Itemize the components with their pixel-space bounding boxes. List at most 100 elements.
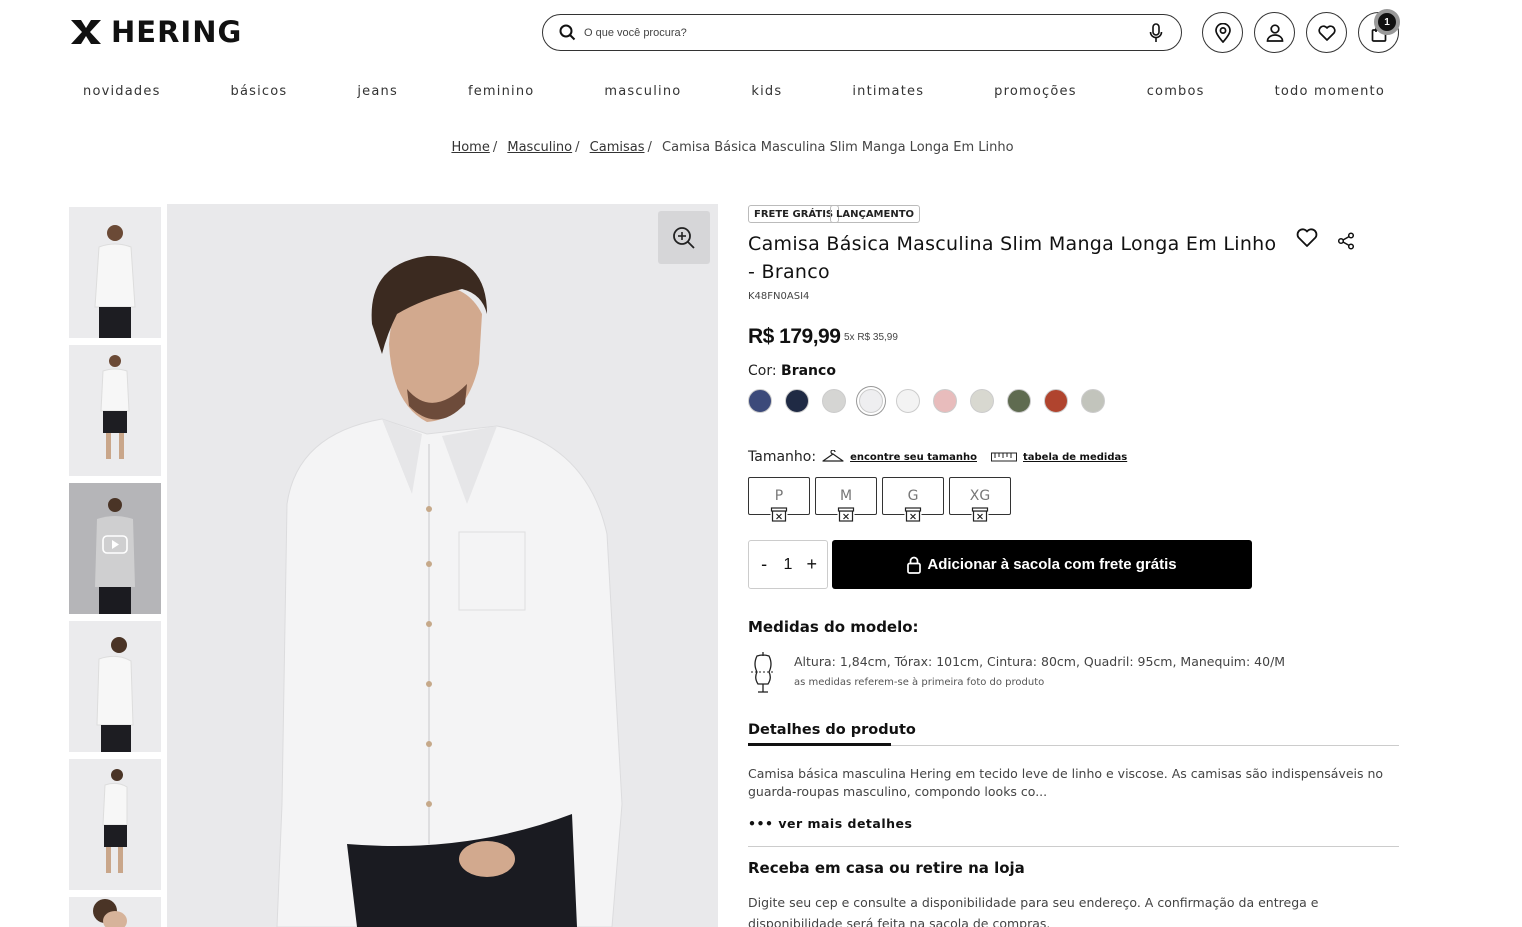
ruler-icon xyxy=(991,452,1017,462)
heart-icon xyxy=(1317,24,1336,41)
color-label: Cor: Branco xyxy=(748,363,836,379)
breadcrumb-separator: / xyxy=(492,140,498,155)
brand-logo[interactable]: HERING xyxy=(69,15,243,49)
zoom-button[interactable] xyxy=(658,211,710,264)
quantity-stepper: - 1 + xyxy=(748,540,828,589)
breadcrumb-masculino[interactable]: Masculino xyxy=(507,140,572,155)
color-swatches xyxy=(748,389,1105,413)
breadcrumb: Home / Masculino / Camisas / Camisa Básica … xyxy=(0,140,1465,155)
wishlist-button[interactable] xyxy=(1306,12,1347,53)
add-to-bag-label: Adicionar à sacola com frete grátis xyxy=(927,556,1177,573)
nav-item-novidades[interactable]: novidades xyxy=(83,84,161,99)
main-nav: novidades básicos jeans feminino masculi… xyxy=(69,84,1399,99)
thumbnail-6[interactable] xyxy=(69,897,161,927)
swatch-olive[interactable] xyxy=(1007,389,1031,413)
hanger-icon xyxy=(822,450,844,462)
swatch-pink-striped[interactable] xyxy=(933,389,957,413)
swatch-navy[interactable] xyxy=(748,389,772,413)
swatch-white-selected[interactable] xyxy=(859,389,883,413)
search-bar[interactable] xyxy=(542,14,1182,51)
search-input[interactable] xyxy=(584,26,1149,39)
see-more-details-link[interactable]: ••• ver mais detalhes xyxy=(748,816,912,831)
model-photo-image xyxy=(69,345,161,476)
nav-item-jeans[interactable]: jeans xyxy=(357,84,398,99)
model-photo-image xyxy=(69,759,161,890)
thumbnail-video[interactable] xyxy=(69,483,161,614)
notify-box-icon xyxy=(770,506,788,523)
size-option-xg[interactable]: XG xyxy=(949,477,1011,523)
delivery-text: Digite seu cep e consulte a disponibilid… xyxy=(748,895,1319,927)
breadcrumb-separator: / xyxy=(647,140,652,155)
user-icon xyxy=(1266,23,1283,42)
add-to-bag-button[interactable]: Adicionar à sacola com frete grátis xyxy=(832,540,1252,589)
nav-item-kids[interactable]: kids xyxy=(751,84,782,99)
account-button[interactable] xyxy=(1254,12,1295,53)
thumbnail-5[interactable] xyxy=(69,759,161,890)
nav-item-promocoes[interactable]: promoções xyxy=(994,84,1077,99)
swatch-rust[interactable] xyxy=(1044,389,1068,413)
microphone-icon[interactable] xyxy=(1149,22,1163,43)
notify-box-icon xyxy=(971,506,989,523)
model-wearing-shirt-image xyxy=(167,204,718,927)
model-measures: Altura: 1,84cm, Tórax: 101cm, Cintura: 8… xyxy=(794,654,1286,669)
model-photo-image xyxy=(69,207,161,338)
thumbnail-1[interactable] xyxy=(69,207,161,338)
model-photo-image xyxy=(69,621,161,752)
brand-name: HERING xyxy=(111,15,243,49)
nav-item-todo-momento[interactable]: todo momento xyxy=(1275,84,1385,99)
size-header: Tamanho: encontre seu tamanho tabela de … xyxy=(748,449,1127,465)
product-title: Camisa Básica Masculina Slim Manga Longa… xyxy=(748,233,1277,283)
find-your-size-link[interactable]: encontre seu tamanho xyxy=(850,452,977,463)
size-option-g[interactable]: G xyxy=(882,477,944,523)
cart-button[interactable]: 1 xyxy=(1358,9,1400,53)
installments: 5x R$ 35,99 xyxy=(844,332,898,343)
nav-item-feminino[interactable]: feminino xyxy=(468,84,535,99)
size-option-m[interactable]: M xyxy=(815,477,877,523)
model-photo-image xyxy=(69,897,161,927)
swatch-dark-navy[interactable] xyxy=(785,389,809,413)
model-measures-heading: Medidas do modelo: xyxy=(748,618,919,636)
mannequin-icon xyxy=(751,652,775,693)
breadcrumb-camisas[interactable]: Camisas xyxy=(590,140,645,155)
size-label: Tamanho: xyxy=(748,449,817,465)
breadcrumb-home[interactable]: Home xyxy=(451,140,489,155)
delivery-heading: Receba em casa ou retire na loja xyxy=(748,859,1025,877)
size-option-p[interactable]: P xyxy=(748,477,810,523)
quantity-increase-button[interactable]: + xyxy=(801,554,823,575)
notify-box-icon xyxy=(837,506,855,523)
thumbnail-2[interactable] xyxy=(69,345,161,476)
swatch-beige-striped[interactable] xyxy=(970,389,994,413)
tag-free-shipping: FRETE GRÁTIS xyxy=(748,205,840,223)
store-locator-button[interactable] xyxy=(1202,12,1243,53)
size-options: P M G XG xyxy=(748,477,1011,523)
quantity-value: 1 xyxy=(783,555,793,573)
size-chart-link[interactable]: tabela de medidas xyxy=(1023,452,1127,463)
quantity-decrease-button[interactable]: - xyxy=(753,554,775,575)
nav-item-combos[interactable]: combos xyxy=(1147,84,1205,99)
main-product-image[interactable] xyxy=(167,204,718,927)
color-value: Branco xyxy=(781,363,836,379)
share-icon[interactable] xyxy=(1337,232,1355,250)
section-divider xyxy=(748,846,1399,847)
nav-item-masculino[interactable]: masculino xyxy=(604,84,681,99)
location-pin-icon xyxy=(1214,22,1231,43)
swatch-white-striped[interactable] xyxy=(896,389,920,413)
product-sku: K48FN0ASI4 xyxy=(748,291,810,302)
model-video-image xyxy=(69,483,161,614)
hering-fish-icon xyxy=(71,20,101,44)
nav-item-intimates[interactable]: intimates xyxy=(852,84,924,99)
cart-count-badge: 1 xyxy=(1374,9,1400,35)
model-measures-note: as medidas referem-se à primeira foto do… xyxy=(794,677,1045,688)
nav-item-basicos[interactable]: básicos xyxy=(231,84,288,99)
zoom-in-icon xyxy=(673,226,695,249)
product-price: R$ 179,99 xyxy=(748,325,841,348)
tab-product-details[interactable]: Detalhes do produto xyxy=(748,722,916,738)
swatch-light-gray[interactable] xyxy=(822,389,846,413)
thumbnail-4[interactable] xyxy=(69,621,161,752)
search-icon xyxy=(559,24,576,41)
favorite-heart-icon[interactable] xyxy=(1296,228,1318,248)
lock-icon xyxy=(907,556,922,574)
breadcrumb-current: Camisa Básica Masculina Slim Manga Longa… xyxy=(662,140,1014,155)
swatch-sage[interactable] xyxy=(1081,389,1105,413)
breadcrumb-separator: / xyxy=(575,140,580,155)
